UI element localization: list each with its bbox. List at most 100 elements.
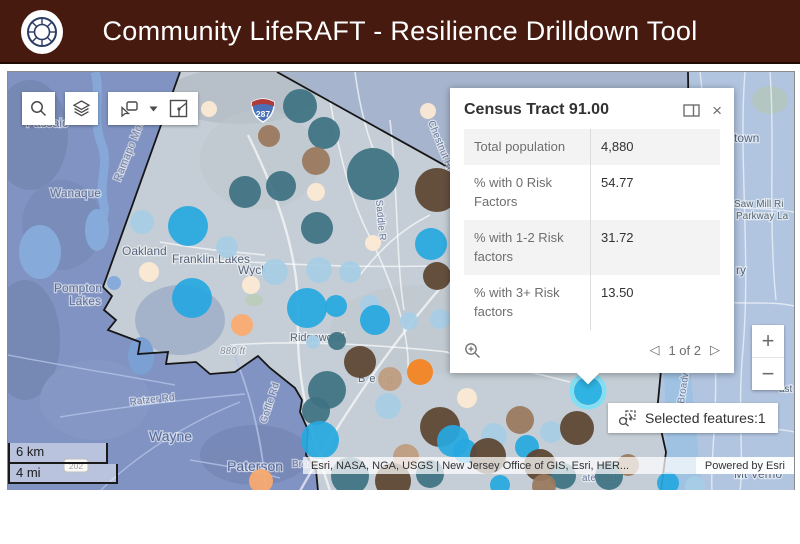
table-row: % with 1-2 Risk factors 31.72 (464, 220, 720, 275)
table-row: % with 0 Risk Factors 54.77 (464, 165, 720, 220)
map-bubble[interactable] (325, 295, 347, 317)
map-bubble[interactable] (308, 117, 340, 149)
zoom-to-feature-icon[interactable] (464, 342, 481, 359)
map-bubble[interactable] (344, 346, 376, 378)
map-bubble[interactable] (339, 261, 361, 283)
zoom-out-button[interactable]: − (752, 358, 784, 390)
powered-by-esri: Powered by Esri (696, 457, 794, 474)
search-button[interactable] (22, 92, 55, 125)
attribution-sources: Esri, NASA, NGA, USGS | New Jersey Offic… (303, 460, 637, 472)
map-label: Oakland (122, 244, 167, 258)
attribute-label: % with 3+ Risk factors (464, 275, 590, 330)
map-bubble[interactable] (347, 148, 399, 200)
select-tool-group (108, 92, 198, 125)
attribute-value: 4,880 (590, 129, 720, 165)
map-bubble[interactable] (378, 367, 402, 391)
map-bubble[interactable] (375, 393, 401, 419)
map-bubble[interactable] (306, 257, 332, 283)
scalebar-km: 6 km (8, 443, 108, 464)
zoom-in-button[interactable]: + (752, 325, 784, 357)
svg-text:287: 287 (256, 109, 270, 119)
map-bubble[interactable] (231, 314, 253, 336)
next-feature-icon[interactable]: ▷ (710, 342, 720, 358)
attribute-label: % with 1-2 Risk factors (464, 220, 590, 275)
selected-features-badge[interactable]: Selected features:1 (608, 403, 778, 433)
map-label: Wanaque (50, 186, 101, 200)
map-bubble[interactable] (540, 421, 562, 443)
map-bubble[interactable] (287, 288, 327, 328)
map-bubble[interactable] (172, 278, 212, 318)
map-bubble[interactable] (242, 276, 260, 294)
map-bubble[interactable] (307, 183, 325, 201)
select-magnifier-icon (618, 409, 637, 427)
map-bubble[interactable] (415, 228, 447, 260)
search-icon (30, 100, 47, 117)
map-bubble[interactable] (283, 89, 317, 123)
attribution-bar: Esri, NASA, NGA, USGS | New Jersey Offic… (303, 457, 794, 474)
popup-attribute-table: Total population 4,880 % with 0 Risk Fac… (464, 129, 720, 330)
scalebar-mi: 4 mi (8, 464, 118, 484)
popup-pagination: ◁ 1 of 2 ▷ (649, 342, 720, 358)
map-bubble[interactable] (328, 332, 346, 350)
map-bubble[interactable] (506, 406, 534, 434)
map-canvas[interactable]: 287 202 PassaicWanaqueRamapo MouOaklandF… (7, 71, 795, 492)
page-title: Community LifeRAFT - Resilience Drilldow… (103, 16, 698, 47)
map-label: ry (736, 263, 746, 277)
attribute-label: % with 0 Risk Factors (464, 165, 590, 220)
select-by-polygon-tool[interactable] (169, 99, 188, 118)
pagination-label: 1 of 2 (668, 343, 701, 358)
attribute-value: 54.77 (590, 165, 720, 220)
selected-features-label: Selected features:1 (645, 410, 766, 426)
map-bubble[interactable] (457, 388, 477, 408)
scalebar: 6 km 4 mi (8, 443, 118, 484)
zoom-control: + − (752, 325, 784, 390)
map-bubble[interactable] (560, 411, 594, 445)
map-bubble[interactable] (420, 103, 436, 119)
map-bubble[interactable] (302, 147, 330, 175)
map-label: Saw Mill Ri (734, 199, 783, 210)
close-icon[interactable]: × (712, 102, 722, 119)
attribute-value: 31.72 (590, 220, 720, 275)
dock-popup-icon[interactable] (683, 104, 700, 117)
table-row: Total population 4,880 (464, 129, 720, 165)
map-bubble[interactable] (201, 101, 217, 117)
map-bubble[interactable] (400, 312, 418, 330)
map-label: Lakes (69, 294, 101, 308)
map-label: Wayne (149, 428, 192, 444)
map-bubble[interactable] (301, 421, 339, 459)
map-bubble[interactable] (360, 305, 390, 335)
map-bubble[interactable] (423, 262, 451, 290)
map-label: 880 ft (220, 346, 246, 357)
app-window: Community LifeRAFT - Resilience Drilldow… (0, 0, 800, 544)
map-label: town (734, 131, 759, 145)
map-label: Pompton (54, 281, 102, 295)
select-features-tool[interactable] (119, 100, 139, 118)
bottom-toolbar: PRED0_E (0, 490, 800, 544)
map-bubble[interactable] (229, 176, 261, 208)
map-bubble[interactable] (168, 206, 208, 246)
map-bubble[interactable] (216, 236, 238, 258)
map-bubble[interactable] (301, 212, 333, 244)
map-bubble[interactable] (302, 397, 330, 425)
map-bubble[interactable] (258, 125, 280, 147)
map-bubble[interactable] (306, 335, 320, 349)
app-header: Community LifeRAFT - Resilience Drilldow… (0, 0, 800, 64)
layers-button[interactable] (65, 92, 98, 125)
table-row: % with 3+ Risk factors 13.50 (464, 275, 720, 330)
map-bubble[interactable] (407, 359, 433, 385)
feature-popup: Census Tract 91.00 × Total population 4,… (450, 88, 734, 373)
map-label: Parkway La (736, 211, 789, 222)
map-bubble[interactable] (365, 235, 381, 251)
map-bubble[interactable] (130, 210, 154, 234)
map-bubble[interactable] (139, 262, 159, 282)
attribute-label: Total population (464, 129, 590, 165)
attribute-value: 13.50 (590, 275, 720, 330)
layers-icon (72, 99, 91, 118)
popup-title: Census Tract 91.00 (464, 101, 683, 119)
map-bubble[interactable] (430, 309, 450, 329)
liferaft-logo-icon (20, 9, 64, 55)
map-bubble[interactable] (262, 259, 288, 285)
chevron-down-icon[interactable] (149, 106, 158, 112)
map-bubble[interactable] (266, 171, 296, 201)
prev-feature-icon[interactable]: ◁ (649, 342, 659, 358)
